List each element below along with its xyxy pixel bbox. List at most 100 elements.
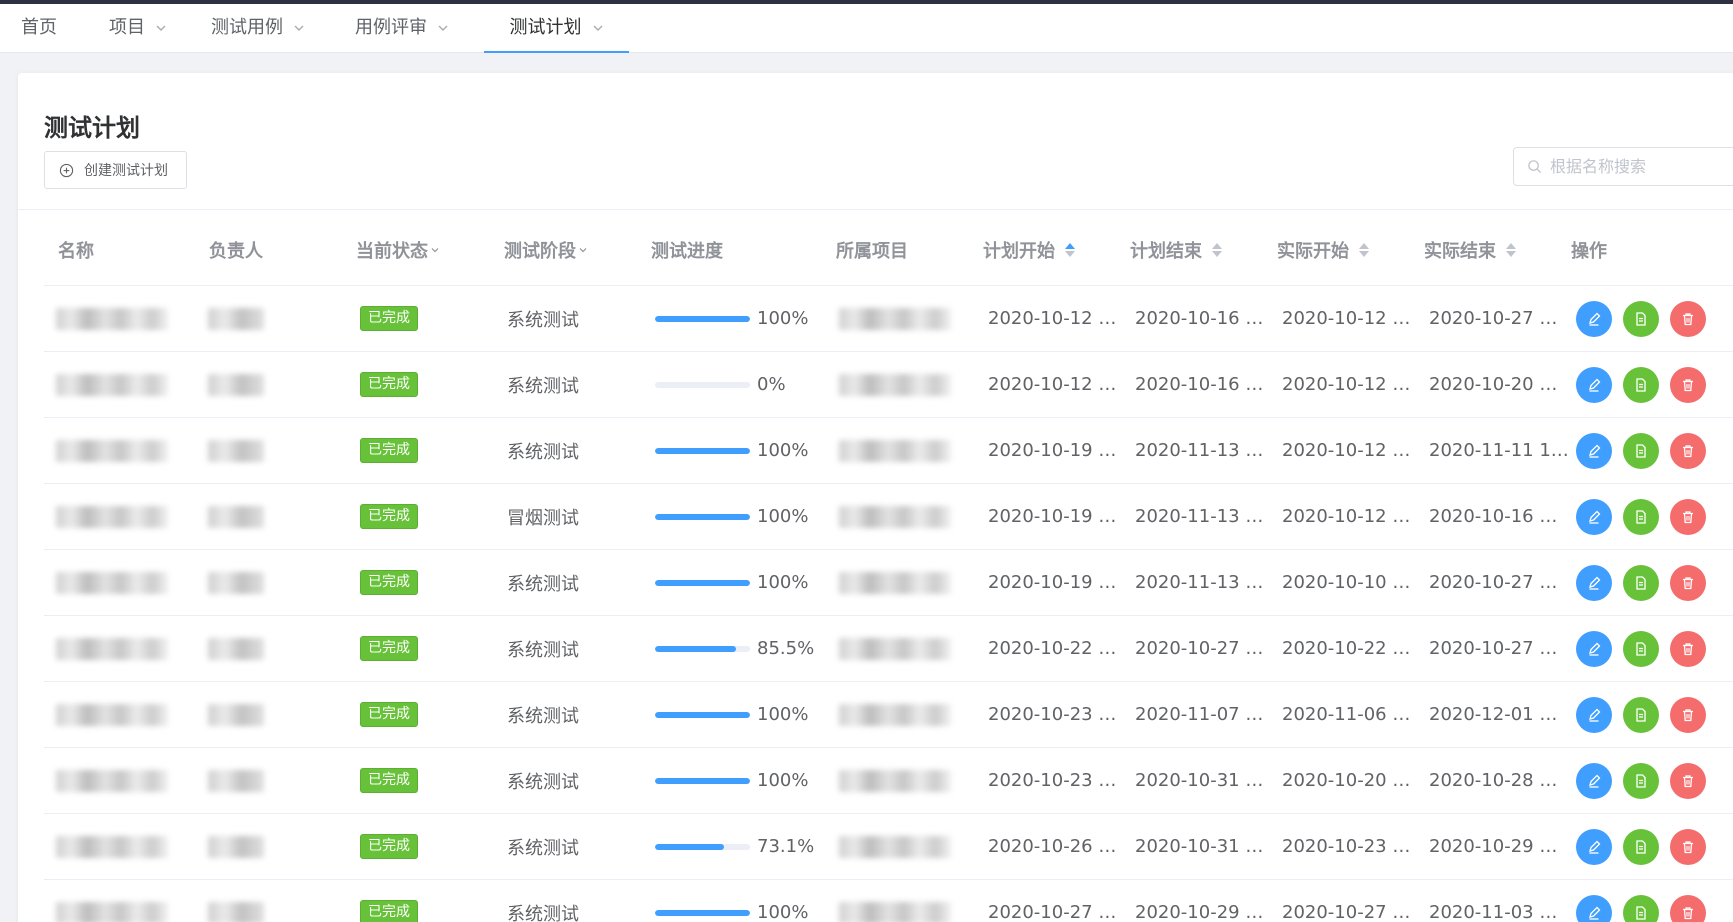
edit-icon <box>1586 773 1602 789</box>
edit-button[interactable] <box>1576 366 1612 403</box>
table-row[interactable]: 已完成 系统测试 85.5% 2020-10-22 … 2020-10-27 … 2020… <box>44 616 1733 682</box>
sort-icon[interactable] <box>1211 241 1223 259</box>
document-icon <box>1633 839 1649 855</box>
filter-caret-icon[interactable] <box>578 246 588 254</box>
edit-button[interactable] <box>1576 498 1612 535</box>
delete-button[interactable] <box>1670 828 1706 865</box>
redacted-project <box>839 571 951 594</box>
table-row[interactable]: 已完成 系统测试 100% 2020-10-23 … 2020-11-07 … 2020-… <box>44 682 1733 748</box>
delete-button[interactable] <box>1670 432 1706 469</box>
name-cell <box>56 682 168 747</box>
edit-button[interactable] <box>1576 564 1612 601</box>
progress-track <box>655 315 750 322</box>
actions-cell <box>1576 418 1717 483</box>
redacted-project <box>839 703 951 726</box>
column-header-status[interactable]: 当前状态 <box>356 237 440 263</box>
redacted-owner <box>208 439 264 462</box>
stage-text: 系统测试 <box>507 837 579 859</box>
report-button[interactable] <box>1623 564 1659 601</box>
create-test-plan-label: 创建测试计划 <box>84 163 168 179</box>
edit-button[interactable] <box>1576 762 1612 799</box>
status-badge: 已完成 <box>360 900 418 922</box>
report-button[interactable] <box>1623 300 1659 337</box>
delete-button[interactable] <box>1670 498 1706 535</box>
stage-text: 系统测试 <box>507 309 579 331</box>
progress-fill <box>655 909 750 916</box>
report-button[interactable] <box>1623 762 1659 799</box>
column-header-stage[interactable]: 测试阶段 <box>504 237 588 263</box>
redacted-owner <box>208 769 264 792</box>
chevron-down-icon <box>437 22 449 34</box>
sort-icon[interactable] <box>1358 241 1370 259</box>
table-row[interactable]: 已完成 系统测试 100% 2020-10-12 … 2020-10-16 … 2020-… <box>44 286 1733 352</box>
edit-icon <box>1586 311 1602 327</box>
nav-item-test-plan[interactable]: 测试计划 <box>484 4 629 53</box>
report-button[interactable] <box>1623 630 1659 667</box>
plan-end-date: 2020-10-16 … <box>1135 374 1264 395</box>
redacted-name <box>56 373 168 396</box>
column-header-actual-start[interactable]: 实际开始 <box>1277 237 1370 263</box>
name-cell <box>56 616 168 681</box>
delete-button[interactable] <box>1670 300 1706 337</box>
report-button[interactable] <box>1623 498 1659 535</box>
plan-end-date: 2020-10-16 … <box>1135 308 1264 329</box>
nav-item-project[interactable]: 项目 <box>92 4 184 52</box>
redacted-project <box>839 373 951 396</box>
filter-caret-icon[interactable] <box>430 246 440 254</box>
status-badge: 已完成 <box>360 834 418 859</box>
delete-button[interactable] <box>1670 894 1706 922</box>
report-button[interactable] <box>1623 696 1659 733</box>
sort-icon[interactable] <box>1505 241 1517 259</box>
redacted-project <box>839 769 951 792</box>
progress-fill <box>655 447 750 454</box>
create-test-plan-button[interactable]: 创建测试计划 <box>44 151 187 189</box>
table-row[interactable]: 已完成 系统测试 100% 2020-10-19 … 2020-11-13 … 2020-… <box>44 550 1733 616</box>
progress-cell: 100% <box>655 880 808 922</box>
sort-ascending-icon[interactable] <box>1064 241 1076 259</box>
nav-item-test-cases[interactable]: 测试用例 <box>199 4 317 52</box>
edit-button[interactable] <box>1576 894 1612 922</box>
redacted-owner <box>208 703 264 726</box>
table-row[interactable]: 已完成 系统测试 0% 2020-10-12 … 2020-10-16 … 2020-10… <box>44 352 1733 418</box>
table-row[interactable]: 已完成 冒烟测试 100% 2020-10-19 … 2020-11-13 … 2020-… <box>44 484 1733 550</box>
plan-end-cell: 2020-10-31 … <box>1135 814 1263 879</box>
report-button[interactable] <box>1623 366 1659 403</box>
delete-button[interactable] <box>1670 564 1706 601</box>
report-button[interactable] <box>1623 894 1659 922</box>
table-row[interactable]: 已完成 系统测试 100% 2020-10-23 … 2020-10-31 … 2020-… <box>44 748 1733 814</box>
column-header-actual-end[interactable]: 实际结束 <box>1424 237 1517 263</box>
plan-start-date: 2020-10-26 … <box>988 836 1117 857</box>
report-button[interactable] <box>1623 432 1659 469</box>
progress-cell: 100% <box>655 550 808 615</box>
nav-item-case-review[interactable]: 用例评审 <box>343 4 461 52</box>
table-row[interactable]: 已完成 系统测试 100% 2020-10-27 … 2020-10-29 … 2020-… <box>44 880 1733 922</box>
plan-end-cell: 2020-11-13 … <box>1135 418 1263 483</box>
search-input[interactable] <box>1550 157 1733 176</box>
column-header-plan-start[interactable]: 计划开始 <box>983 237 1076 263</box>
edit-button[interactable] <box>1576 696 1612 733</box>
column-header-label: 测试阶段 <box>504 241 576 262</box>
owner-cell <box>208 286 264 351</box>
delete-button[interactable] <box>1670 366 1706 403</box>
plan-start-cell: 2020-10-19 … <box>988 418 1116 483</box>
status-cell: 已完成 <box>360 484 418 549</box>
column-header-name: 名称 <box>58 237 94 263</box>
delete-button[interactable] <box>1670 696 1706 733</box>
delete-button[interactable] <box>1670 762 1706 799</box>
edit-button[interactable] <box>1576 828 1612 865</box>
status-cell: 已完成 <box>360 748 418 813</box>
plan-end-cell: 2020-10-31 … <box>1135 748 1263 813</box>
actual-end-date: 2020-10-27 … <box>1429 308 1558 329</box>
column-header-plan-end[interactable]: 计划结束 <box>1130 237 1223 263</box>
table-row[interactable]: 已完成 系统测试 100% 2020-10-19 … 2020-11-13 … 2020-… <box>44 418 1733 484</box>
report-button[interactable] <box>1623 828 1659 865</box>
edit-button[interactable] <box>1576 630 1612 667</box>
nav-item-home[interactable]: 首页 <box>0 4 78 52</box>
actual-start-cell: 2020-10-12 … <box>1282 418 1410 483</box>
edit-button[interactable] <box>1576 432 1612 469</box>
status-cell: 已完成 <box>360 682 418 747</box>
delete-button[interactable] <box>1670 630 1706 667</box>
table-row[interactable]: 已完成 系统测试 73.1% 2020-10-26 … 2020-10-31 … 2020… <box>44 814 1733 880</box>
status-badge: 已完成 <box>360 306 418 331</box>
edit-button[interactable] <box>1576 300 1612 337</box>
